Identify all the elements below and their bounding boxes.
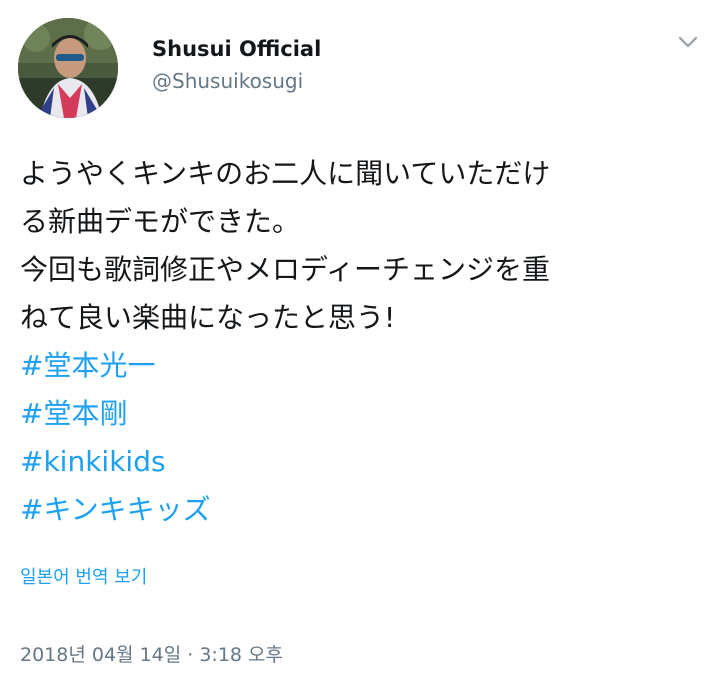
hashtag-link[interactable]: #堂本剛 (20, 390, 700, 438)
tweet-text-line: 今回も歌詞修正やメロディーチェンジを重 (20, 253, 551, 286)
user-avatar-photo (18, 18, 118, 118)
tweet-timestamp: 2018년 04월 14일 · 3:18 오후 (20, 644, 284, 666)
author-names: Shusui Official @Shusuikosugi (152, 36, 321, 94)
tweet-text: ようやくキンキのお二人に聞いていただけ る新曲デモができた。 今回も歌詞修正やメ… (20, 150, 700, 534)
hashtag-link[interactable]: #キンキキッズ (20, 486, 700, 534)
tweet-header: Shusui Official @Shusuikosugi (18, 18, 702, 118)
avatar[interactable] (18, 18, 118, 118)
tweet-text-line: る新曲デモができた。 (20, 205, 301, 238)
chevron-down-icon[interactable] (674, 28, 702, 56)
hashtag-link[interactable]: #堂本光一 (20, 342, 700, 390)
user-handle[interactable]: @Shusuikosugi (152, 68, 321, 94)
tweet-text-line: ようやくキンキのお二人に聞いていただけ (20, 157, 551, 190)
hashtag-link[interactable]: #kinkikids (20, 438, 700, 486)
tweet-text-line: ねて良い楽曲になったと思う! (20, 301, 396, 334)
display-name[interactable]: Shusui Official (152, 36, 321, 62)
translate-tweet-link[interactable]: 일본어 번역 보기 (20, 563, 147, 589)
